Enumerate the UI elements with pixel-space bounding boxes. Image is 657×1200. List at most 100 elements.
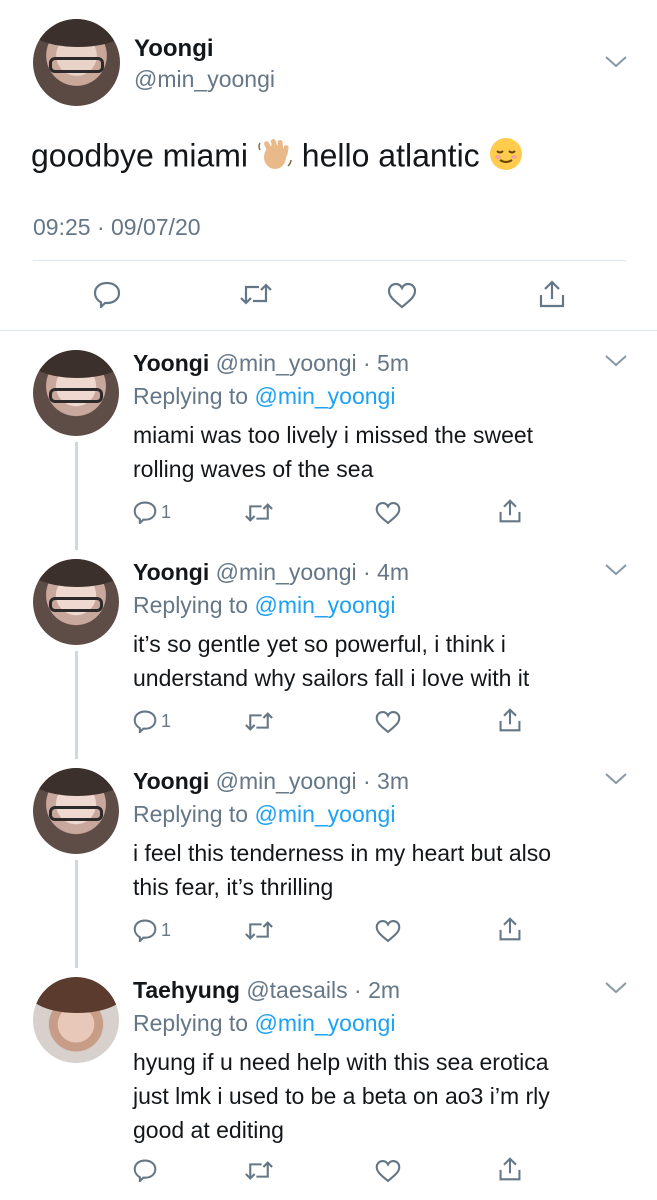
reply-icon [133, 709, 157, 733]
heart-icon [375, 1159, 401, 1183]
avatar[interactable] [33, 19, 120, 106]
share-icon [498, 916, 522, 942]
mention-link[interactable]: @min_yoongi [254, 592, 395, 618]
chevron-down-icon[interactable] [604, 563, 628, 577]
tweet-text-part2: hello atlantic [292, 137, 489, 174]
replying-to-label: Replying to [133, 592, 255, 618]
retweet-button[interactable] [240, 281, 272, 307]
author-name[interactable]: Yoongi [134, 35, 214, 63]
thread-line [75, 860, 78, 968]
reply-icon [133, 500, 157, 524]
thread-line [75, 442, 78, 550]
replying-to: Replying to @min_yoongi [133, 801, 395, 828]
share-button[interactable] [538, 279, 566, 309]
avatar[interactable] [33, 559, 119, 645]
retweet-icon [245, 1159, 273, 1182]
share-icon [498, 707, 522, 733]
author-handle-time[interactable]: @min_yoongi · 5m [216, 350, 409, 376]
reply-icon [133, 918, 157, 942]
author-name[interactable]: Taehyung [133, 977, 240, 1003]
text-line: it’s so gentle yet so powerful, i think … [133, 631, 506, 657]
replying-to-label: Replying to [133, 1010, 255, 1036]
tweet-timestamp[interactable]: 09:25 · 09/07/20 [33, 214, 201, 241]
author-handle-time[interactable]: @min_yoongi · 3m [216, 768, 409, 794]
heart-icon [375, 919, 401, 943]
text-line: understand why sailors fall i love with … [133, 665, 530, 691]
share-button[interactable] [498, 1156, 522, 1182]
like-button[interactable] [375, 501, 401, 525]
chevron-down-icon[interactable] [604, 772, 628, 786]
retweet-button[interactable] [245, 919, 273, 942]
replying-to: Replying to @min_yoongi [133, 383, 395, 410]
heart-icon [375, 710, 401, 734]
text-line: good at editing [133, 1117, 284, 1143]
share-icon [498, 1156, 522, 1182]
author-name[interactable]: Yoongi [133, 350, 209, 376]
text-line: this fear, it’s thrilling [133, 874, 334, 900]
retweet-icon [245, 919, 273, 942]
divider [0, 330, 657, 331]
share-button[interactable] [498, 498, 522, 524]
replying-to-label: Replying to [133, 801, 255, 827]
author-name[interactable]: Yoongi [133, 559, 209, 585]
share-button[interactable] [498, 707, 522, 733]
text-line: hyung if u need help with this sea eroti… [133, 1049, 549, 1075]
retweet-icon [245, 501, 273, 524]
mention-link[interactable]: @min_yoongi [254, 383, 395, 409]
reply-header: Taehyung @taesails · 2m [133, 977, 400, 1004]
share-icon [538, 279, 566, 309]
author-name[interactable]: Yoongi [133, 768, 209, 794]
tweet-text-part1: goodbye miami [31, 137, 257, 174]
avatar[interactable] [33, 768, 119, 854]
relieved-face-icon [489, 137, 523, 179]
reply-button[interactable]: 1 [133, 918, 171, 942]
chevron-down-icon[interactable] [604, 55, 628, 69]
retweet-button[interactable] [245, 1159, 273, 1182]
reply-text: it’s so gentle yet so powerful, i think … [133, 627, 633, 695]
reply-count: 1 [161, 710, 172, 731]
reply-header: Yoongi @min_yoongi · 5m [133, 350, 409, 377]
author-handle-time[interactable]: @taesails · 2m [246, 977, 400, 1003]
author-handle-time[interactable]: @min_yoongi · 4m [216, 559, 409, 585]
author-handle[interactable]: @min_yoongi [134, 66, 275, 93]
mention-link[interactable]: @min_yoongi [254, 1010, 395, 1036]
replying-to-label: Replying to [133, 383, 255, 409]
reply-button[interactable] [93, 280, 121, 308]
reply-count: 1 [161, 501, 172, 522]
heart-icon [387, 282, 417, 309]
like-button[interactable] [375, 1159, 401, 1183]
like-button[interactable] [375, 710, 401, 734]
replying-to: Replying to @min_yoongi [133, 1010, 395, 1037]
retweet-button[interactable] [245, 710, 273, 733]
text-line: just lmk i used to be a beta on ao3 i’m … [133, 1083, 550, 1109]
tweet-text: goodbye miami hello atlantic [31, 136, 523, 180]
text-line: rolling waves of the sea [133, 456, 374, 482]
reply-button[interactable] [133, 1158, 161, 1182]
chevron-down-icon[interactable] [604, 354, 628, 368]
reply-header: Yoongi @min_yoongi · 3m [133, 768, 409, 795]
replying-to: Replying to @min_yoongi [133, 592, 395, 619]
mention-link[interactable]: @min_yoongi [254, 801, 395, 827]
like-button[interactable] [387, 282, 417, 309]
reply-button[interactable]: 1 [133, 500, 171, 524]
waving-hand-icon [257, 136, 293, 180]
share-icon [498, 498, 522, 524]
share-button[interactable] [498, 916, 522, 942]
avatar[interactable] [33, 977, 119, 1063]
reply-button[interactable]: 1 [133, 709, 171, 733]
reply-icon [133, 1158, 157, 1182]
main-tweet: Yoongi @min_yoongi goodbye miami hello a… [0, 0, 657, 330]
reply-header: Yoongi @min_yoongi · 4m [133, 559, 409, 586]
reply-icon [93, 280, 121, 308]
text-line: miami was too lively i missed the sweet [133, 422, 534, 448]
reply-count: 1 [161, 919, 172, 940]
text-line: i feel this tenderness in my heart but a… [133, 840, 552, 866]
retweet-button[interactable] [245, 501, 273, 524]
chevron-down-icon[interactable] [604, 981, 628, 995]
avatar[interactable] [33, 350, 119, 436]
like-button[interactable] [375, 919, 401, 943]
reply-text: miami was too lively i missed the sweet r… [133, 418, 633, 486]
retweet-icon [245, 710, 273, 733]
retweet-icon [240, 281, 272, 307]
divider [33, 260, 626, 261]
